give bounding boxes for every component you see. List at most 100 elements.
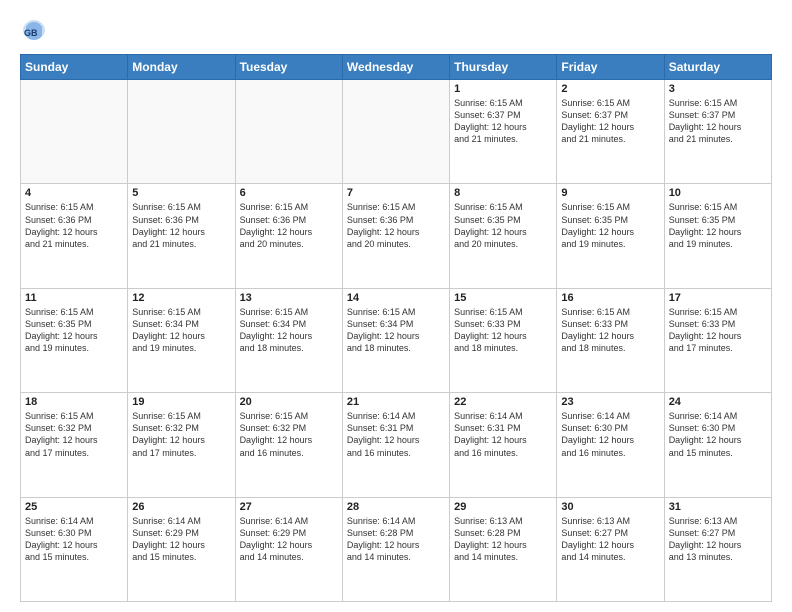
day-number: 25 [25,501,123,513]
day-cell: 5 Sunrise: 6:15 AM Sunset: 6:36 PM Daylig… [128,184,235,288]
day-info: Sunrise: 6:15 AM Sunset: 6:37 PM Dayligh… [561,97,659,146]
day-cell: 23 Sunrise: 6:14 AM Sunset: 6:30 PM Dayli… [557,393,664,497]
day-number: 10 [669,187,767,199]
day-number: 31 [669,501,767,513]
header: GB [20,16,772,44]
day-info: Sunrise: 6:15 AM Sunset: 6:36 PM Dayligh… [347,201,445,250]
day-info: Sunrise: 6:15 AM Sunset: 6:35 PM Dayligh… [561,201,659,250]
day-number: 4 [25,187,123,199]
day-number: 21 [347,396,445,408]
day-cell: 28Sunrise: 6:14 AM Sunset: 6:28 PM Dayli… [342,497,449,601]
day-info: Sunrise: 6:14 AM Sunset: 6:28 PM Dayligh… [347,515,445,564]
week-row-2: 11 Sunrise: 6:15 AM Sunset: 6:35 PM Dayli… [21,288,772,392]
day-info: Sunrise: 6:15 AM Sunset: 6:33 PM Dayligh… [561,306,659,355]
day-number: 12 [132,292,230,304]
weekday-sunday: Sunday [21,55,128,80]
day-number: 6 [240,187,338,199]
day-info: Sunrise: 6:15 AM Sunset: 6:35 PM Dayligh… [25,306,123,355]
day-number: 5 [132,187,230,199]
week-row-1: 4 Sunrise: 6:15 AM Sunset: 6:36 PM Daylig… [21,184,772,288]
day-cell: 27 Sunrise: 6:14 AM Sunset: 6:29 PM Dayli… [235,497,342,601]
day-cell: 22 Sunrise: 6:14 AM Sunset: 6:31 PM Dayli… [450,393,557,497]
week-row-0: 1 Sunrise: 6:15 AM Sunset: 6:37 PM Daylig… [21,80,772,184]
day-info: Sunrise: 6:14 AM Sunset: 6:30 PM Dayligh… [25,515,123,564]
logo-area: GB [20,16,52,44]
weekday-thursday: Thursday [450,55,557,80]
day-cell: 15 Sunrise: 6:15 AM Sunset: 6:33 PM Dayli… [450,288,557,392]
day-number: 26 [132,501,230,513]
day-info: Sunrise: 6:15 AM Sunset: 6:33 PM Dayligh… [669,306,767,355]
day-cell: 30Sunrise: 6:13 AM Sunset: 6:27 PM Dayli… [557,497,664,601]
day-info: Sunrise: 6:14 AM Sunset: 6:29 PM Dayligh… [240,515,338,564]
day-number: 7 [347,187,445,199]
day-info: Sunrise: 6:15 AM Sunset: 6:37 PM Dayligh… [454,97,552,146]
day-number: 24 [669,396,767,408]
day-cell: 24 Sunrise: 6:14 AM Sunset: 6:30 PM Dayli… [664,393,771,497]
day-info: Sunrise: 6:15 AM Sunset: 6:32 PM Dayligh… [240,410,338,459]
day-info: Sunrise: 6:15 AM Sunset: 6:34 PM Dayligh… [240,306,338,355]
day-number: 19 [132,396,230,408]
day-cell: 10 Sunrise: 6:15 AM Sunset: 6:35 PM Dayli… [664,184,771,288]
day-cell: 1 Sunrise: 6:15 AM Sunset: 6:37 PM Daylig… [450,80,557,184]
day-cell: 21 Sunrise: 6:14 AM Sunset: 6:31 PM Dayli… [342,393,449,497]
day-info: Sunrise: 6:14 AM Sunset: 6:30 PM Dayligh… [561,410,659,459]
day-cell: 29Sunrise: 6:13 AM Sunset: 6:28 PM Dayli… [450,497,557,601]
day-info: Sunrise: 6:15 AM Sunset: 6:36 PM Dayligh… [25,201,123,250]
day-info: Sunrise: 6:15 AM Sunset: 6:36 PM Dayligh… [240,201,338,250]
day-info: Sunrise: 6:15 AM Sunset: 6:32 PM Dayligh… [132,410,230,459]
day-cell: 8 Sunrise: 6:15 AM Sunset: 6:35 PM Daylig… [450,184,557,288]
day-number: 27 [240,501,338,513]
day-info: Sunrise: 6:14 AM Sunset: 6:31 PM Dayligh… [454,410,552,459]
day-cell: 19 Sunrise: 6:15 AM Sunset: 6:32 PM Dayli… [128,393,235,497]
day-cell: 17 Sunrise: 6:15 AM Sunset: 6:33 PM Dayli… [664,288,771,392]
day-cell: 18 Sunrise: 6:15 AM Sunset: 6:32 PM Dayli… [21,393,128,497]
day-number: 9 [561,187,659,199]
day-number: 23 [561,396,659,408]
day-info: Sunrise: 6:15 AM Sunset: 6:34 PM Dayligh… [347,306,445,355]
day-number: 17 [669,292,767,304]
day-number: 18 [25,396,123,408]
weekday-header-row: SundayMondayTuesdayWednesdayThursdayFrid… [21,55,772,80]
day-number: 22 [454,396,552,408]
day-cell [21,80,128,184]
day-cell: 2 Sunrise: 6:15 AM Sunset: 6:37 PM Daylig… [557,80,664,184]
weekday-tuesday: Tuesday [235,55,342,80]
day-number: 2 [561,83,659,95]
day-cell: 31 Sunrise: 6:13 AM Sunset: 6:27 PM Dayli… [664,497,771,601]
day-info: Sunrise: 6:14 AM Sunset: 6:31 PM Dayligh… [347,410,445,459]
day-number: 11 [25,292,123,304]
day-cell: 25 Sunrise: 6:14 AM Sunset: 6:30 PM Dayli… [21,497,128,601]
day-info: Sunrise: 6:15 AM Sunset: 6:36 PM Dayligh… [132,201,230,250]
day-number: 13 [240,292,338,304]
day-number: 3 [669,83,767,95]
day-info: Sunrise: 6:14 AM Sunset: 6:30 PM Dayligh… [669,410,767,459]
day-cell [235,80,342,184]
day-cell: 14 Sunrise: 6:15 AM Sunset: 6:34 PM Dayli… [342,288,449,392]
day-info: Sunrise: 6:15 AM Sunset: 6:33 PM Dayligh… [454,306,552,355]
day-number: 1 [454,83,552,95]
day-number: 14 [347,292,445,304]
day-cell: 13 Sunrise: 6:15 AM Sunset: 6:34 PM Dayli… [235,288,342,392]
day-cell: 20Sunrise: 6:15 AM Sunset: 6:32 PM Dayli… [235,393,342,497]
day-cell: 16 Sunrise: 6:15 AM Sunset: 6:33 PM Dayli… [557,288,664,392]
day-info: Sunrise: 6:13 AM Sunset: 6:27 PM Dayligh… [669,515,767,564]
day-number: 16 [561,292,659,304]
day-number: 15 [454,292,552,304]
day-info: Sunrise: 6:15 AM Sunset: 6:35 PM Dayligh… [454,201,552,250]
day-cell: 3Sunrise: 6:15 AM Sunset: 6:37 PM Daylig… [664,80,771,184]
day-cell: 11 Sunrise: 6:15 AM Sunset: 6:35 PM Dayli… [21,288,128,392]
day-info: Sunrise: 6:15 AM Sunset: 6:35 PM Dayligh… [669,201,767,250]
day-cell: 12 Sunrise: 6:15 AM Sunset: 6:34 PM Dayli… [128,288,235,392]
weekday-saturday: Saturday [664,55,771,80]
day-cell: 26Sunrise: 6:14 AM Sunset: 6:29 PM Dayli… [128,497,235,601]
weekday-friday: Friday [557,55,664,80]
day-number: 8 [454,187,552,199]
day-info: Sunrise: 6:15 AM Sunset: 6:34 PM Dayligh… [132,306,230,355]
day-info: Sunrise: 6:15 AM Sunset: 6:32 PM Dayligh… [25,410,123,459]
week-row-3: 18 Sunrise: 6:15 AM Sunset: 6:32 PM Dayli… [21,393,772,497]
day-number: 29 [454,501,552,513]
day-cell: 7 Sunrise: 6:15 AM Sunset: 6:36 PM Daylig… [342,184,449,288]
day-number: 30 [561,501,659,513]
day-cell [342,80,449,184]
calendar-table: SundayMondayTuesdayWednesdayThursdayFrid… [20,54,772,602]
